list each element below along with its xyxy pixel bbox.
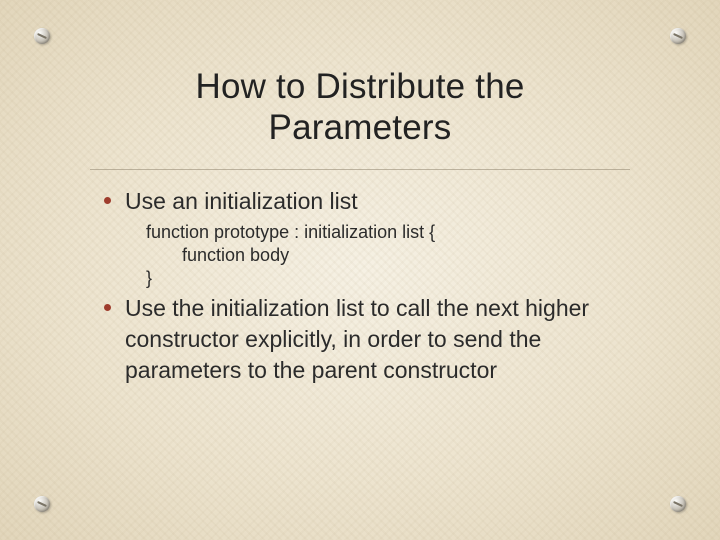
code-line: function prototype : initialization list…	[146, 221, 630, 244]
bullet-text: Use the initialization list to call the …	[125, 293, 630, 386]
code-line: function body	[182, 244, 630, 267]
corner-screw-icon	[34, 28, 50, 44]
slide-body: Use an initialization list function prot…	[104, 186, 630, 386]
code-block: function prototype : initialization list…	[146, 221, 630, 291]
corner-screw-icon	[34, 496, 50, 512]
code-line: }	[146, 267, 630, 290]
bullet-dot-icon	[104, 304, 111, 311]
corner-screw-icon	[670, 28, 686, 44]
slide: How to Distribute the Parameters Use an …	[0, 0, 720, 540]
bullet-item: Use an initialization list	[104, 186, 630, 217]
title-rule	[90, 169, 630, 170]
bullet-dot-icon	[104, 197, 111, 204]
slide-title: How to Distribute the Parameters	[0, 0, 720, 149]
slide-title-line: How to Distribute the	[195, 67, 524, 106]
slide-title-line: Parameters	[269, 108, 452, 147]
corner-screw-icon	[670, 496, 686, 512]
bullet-item: Use the initialization list to call the …	[104, 293, 630, 386]
bullet-text: Use an initialization list	[125, 186, 358, 217]
